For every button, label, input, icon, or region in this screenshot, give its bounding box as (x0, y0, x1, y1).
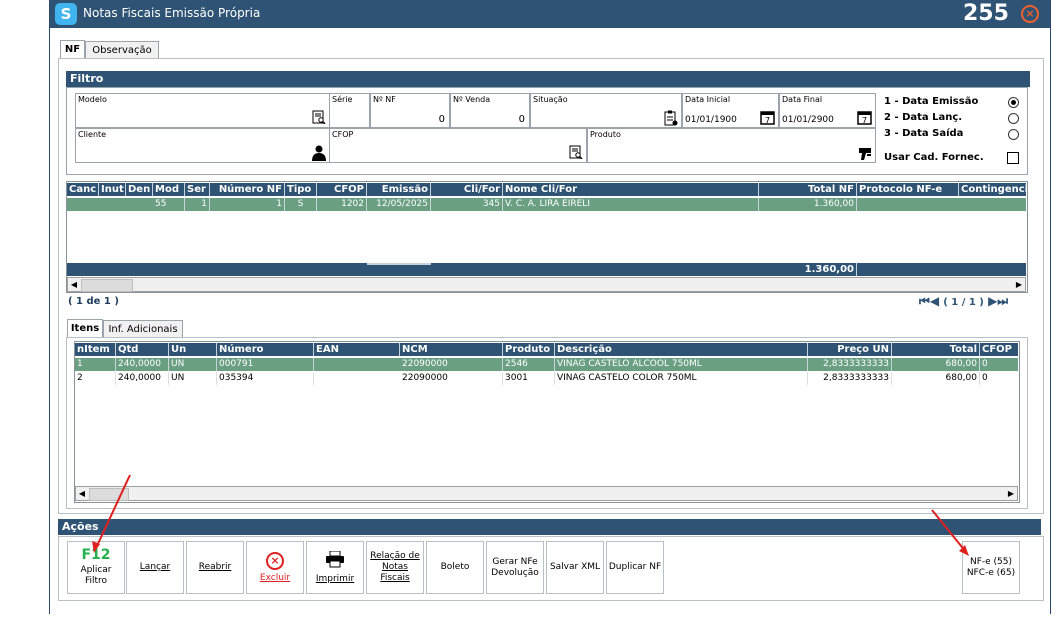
annotation-arrows (92, 474, 969, 556)
main-window: S Notas Fiscais Emissão Própria 255 × NF… (49, 0, 1051, 614)
